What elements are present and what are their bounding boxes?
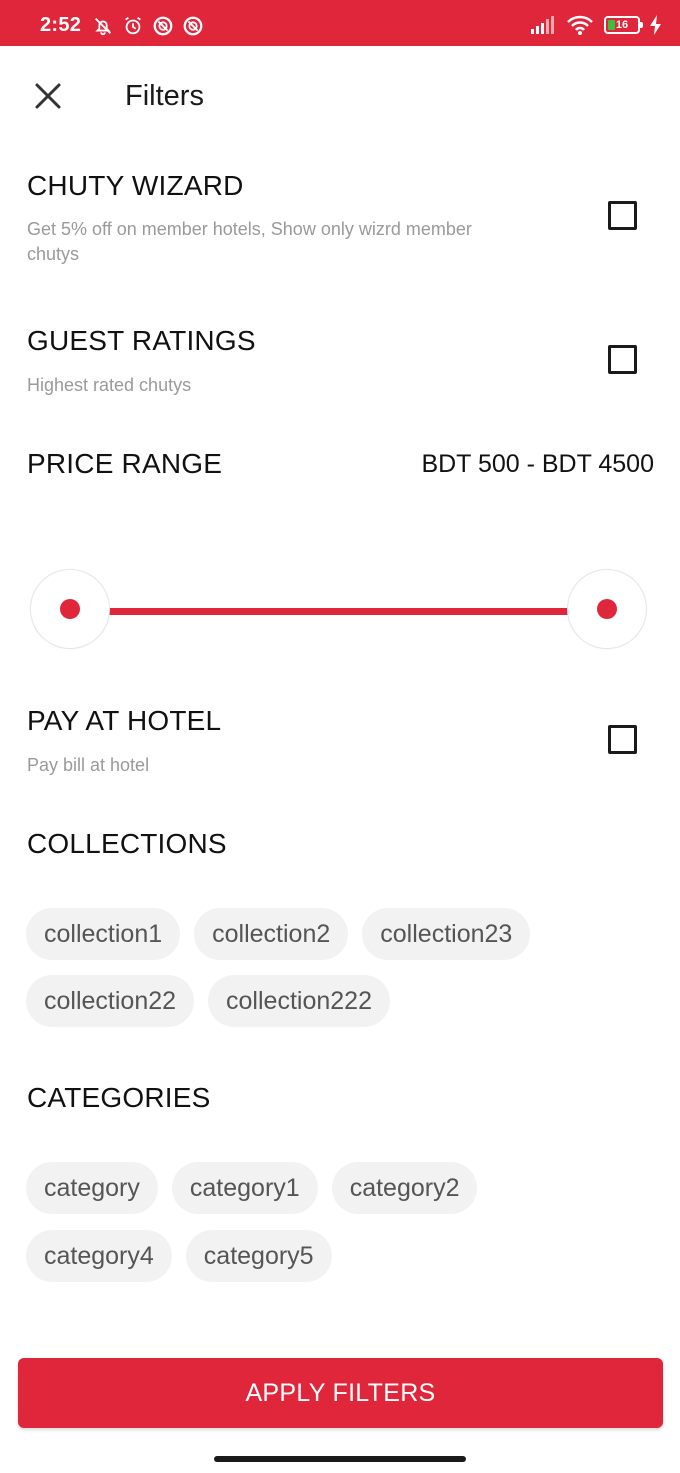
categories-title: CATEGORIES	[27, 1082, 211, 1113]
circle-block-icon	[153, 16, 173, 36]
chuty-wizard-subtitle: Get 5% off on member hotels, Show only w…	[27, 217, 472, 267]
status-notification-icons	[92, 15, 204, 37]
chuty-wizard-checkbox[interactable]	[608, 201, 637, 230]
battery-icon: 16	[604, 16, 643, 34]
circle-block-icon	[183, 16, 203, 36]
category-chip[interactable]: category1	[171, 1162, 318, 1214]
signal-icon	[531, 16, 554, 34]
home-indicator[interactable]	[214, 1456, 466, 1462]
collections-row-1: collection1 collection2 collection23	[26, 908, 531, 960]
price-range-min-handle[interactable]	[60, 599, 80, 619]
collections-title: COLLECTIONS	[27, 828, 227, 859]
guest-ratings-checkbox[interactable]	[608, 345, 637, 374]
collection-chip[interactable]: collection222	[208, 975, 390, 1027]
chuty-wizard-title: CHUTY WIZARD	[27, 170, 244, 201]
price-range-slider-track[interactable]	[70, 608, 607, 615]
pay-at-hotel-title: PAY AT HOTEL	[27, 705, 222, 736]
status-bar: 2:52 16	[0, 0, 680, 46]
categories-row-1: category category1 category2	[26, 1162, 478, 1214]
chuty-wizard-subtitle-line1: Get 5% off on member hotels, Show only w…	[27, 219, 472, 239]
categories-row-2: category4 category5	[26, 1230, 332, 1282]
bell-off-icon	[95, 18, 111, 36]
pay-at-hotel-subtitle: Pay bill at hotel	[27, 755, 150, 775]
page-title: Filters	[125, 80, 204, 112]
status-time: 2:52	[40, 14, 82, 36]
category-chip[interactable]: category2	[331, 1162, 478, 1214]
price-range-max-handle[interactable]	[597, 599, 617, 619]
charging-bolt-icon	[650, 15, 661, 35]
battery-level: 16	[615, 19, 629, 31]
guest-ratings-title: GUEST RATINGS	[27, 325, 256, 356]
close-icon[interactable]	[30, 78, 66, 114]
chuty-wizard-subtitle-line2: chutys	[27, 244, 80, 264]
status-system-icons: 16	[530, 14, 662, 36]
collection-chip[interactable]: collection1	[26, 908, 181, 960]
alarm-icon	[125, 16, 141, 35]
wifi-icon	[567, 15, 593, 35]
category-chip[interactable]: category4	[26, 1230, 172, 1282]
price-range-title: PRICE RANGE	[27, 448, 223, 479]
apply-filters-button[interactable]: APPLY FILTERS	[18, 1358, 663, 1428]
collection-chip[interactable]: collection22	[26, 975, 195, 1027]
collections-row-2: collection22 collection222	[26, 975, 390, 1027]
category-chip[interactable]: category	[26, 1162, 158, 1214]
category-chip[interactable]: category5	[185, 1230, 332, 1282]
pay-at-hotel-checkbox[interactable]	[608, 725, 637, 754]
collection-chip[interactable]: collection23	[362, 908, 531, 960]
guest-ratings-subtitle: Highest rated chutys	[27, 375, 192, 395]
price-range-value: BDT 500 - BDT 4500	[421, 450, 654, 478]
collection-chip[interactable]: collection2	[194, 908, 349, 960]
